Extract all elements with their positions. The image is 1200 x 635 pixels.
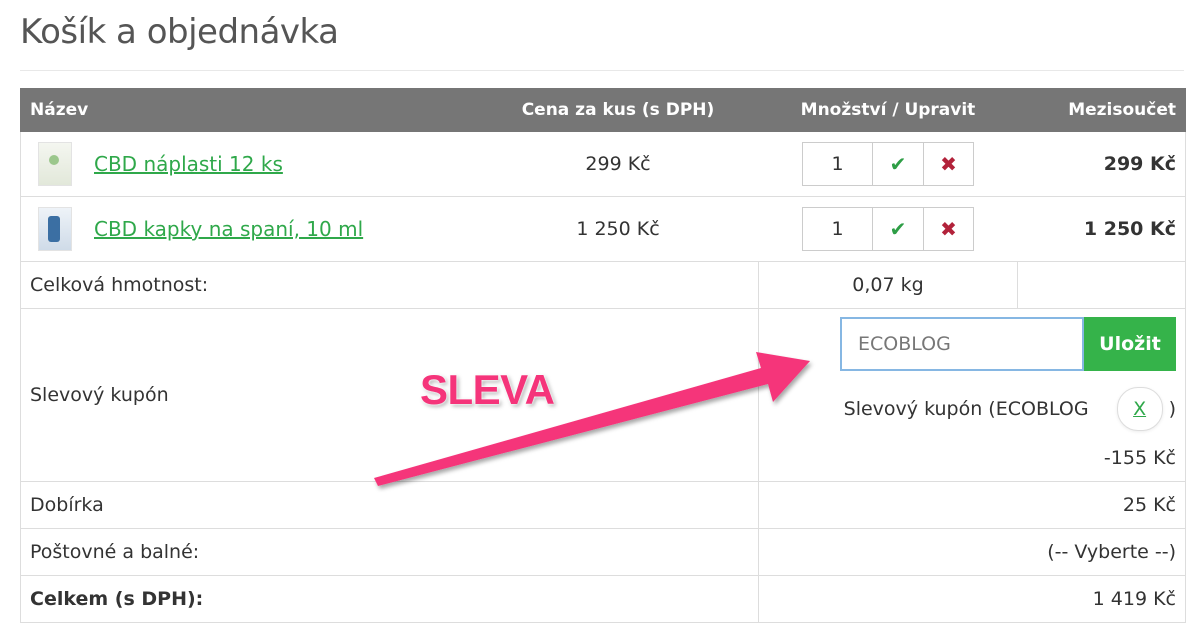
- table-row: CBD kapky na spaní, 10 ml 1 250 Kč ✔ ✖ 1…: [20, 196, 1186, 262]
- shipping-label: Poštovné a balné:: [20, 528, 759, 576]
- header-subtotal: Mezisoučet: [1017, 88, 1186, 132]
- applied-coupon: Slevový kupón (ECOBLOG X ): [844, 387, 1176, 431]
- header-name: Název: [20, 88, 478, 132]
- header-price: Cena za kus (s DPH): [477, 88, 759, 132]
- patch-box-thumbnail[interactable]: [38, 142, 72, 186]
- cart-table: Název Cena za kus (s DPH) Množství / Upr…: [20, 88, 1186, 623]
- header-qty: Množství / Upravit: [758, 88, 1018, 132]
- quantity-input[interactable]: [802, 207, 872, 251]
- table-row: CBD náplasti 12 ks 299 Kč ✔ ✖ 299 Kč: [20, 131, 1186, 197]
- check-icon: ✔: [889, 152, 907, 176]
- save-coupon-button[interactable]: Uložit: [1084, 317, 1176, 371]
- title-divider: [20, 70, 1184, 71]
- annotation-label: SLEVA: [420, 366, 555, 413]
- product-link[interactable]: CBD náplasti 12 ks: [94, 152, 283, 176]
- remove-coupon-button[interactable]: X: [1116, 387, 1163, 431]
- coupon-row: Slevový kupón Uložit Slevový kupón (ECOB…: [20, 308, 1186, 482]
- unit-price: 1 250 Kč: [477, 196, 759, 262]
- table-header-row: Název Cena za kus (s DPH) Množství / Upr…: [20, 88, 1186, 132]
- remove-item-button[interactable]: ✖: [924, 207, 974, 251]
- weight-row: Celková hmotnost: 0,07 kg: [20, 261, 1186, 309]
- cross-icon: ✖: [940, 217, 957, 241]
- cod-row: Dobírka 25 Kč: [20, 481, 1186, 529]
- remove-item-button[interactable]: ✖: [924, 142, 974, 186]
- applied-coupon-text: Slevový kupón (ECOBLOG: [843, 398, 1089, 420]
- weight-value: 0,07 kg: [758, 261, 1018, 309]
- cross-icon: ✖: [940, 152, 957, 176]
- applied-coupon-suffix: ): [1168, 398, 1176, 420]
- total-label: Celkem (s DPH):: [20, 575, 759, 623]
- cod-value: 25 Kč: [758, 481, 1186, 529]
- quantity-input[interactable]: [802, 142, 872, 186]
- total-value: 1 419 Kč: [758, 575, 1186, 623]
- cod-label: Dobírka: [20, 481, 759, 529]
- update-quantity-button[interactable]: ✔: [872, 207, 924, 251]
- subtotal: 1 250 Kč: [1017, 196, 1186, 262]
- weight-label: Celková hmotnost:: [20, 261, 759, 309]
- product-link[interactable]: CBD kapky na spaní, 10 ml: [94, 217, 363, 241]
- drops-box-thumbnail[interactable]: [38, 207, 72, 251]
- coupon-input[interactable]: [840, 317, 1084, 371]
- coupon-form: Uložit: [840, 317, 1176, 371]
- coupon-label: Slevový kupón: [20, 308, 759, 482]
- subtotal: 299 Kč: [1017, 131, 1186, 197]
- unit-price: 299 Kč: [477, 131, 759, 197]
- shipping-row: Poštovné a balné: (-- Vyberte --): [20, 528, 1186, 576]
- update-quantity-button[interactable]: ✔: [872, 142, 924, 186]
- shipping-value: (-- Vyberte --): [758, 528, 1186, 576]
- total-row: Celkem (s DPH): 1 419 Kč: [20, 575, 1186, 623]
- check-icon: ✔: [889, 217, 907, 241]
- discount-value: -155 Kč: [1103, 447, 1176, 469]
- page-title: Košík a objednávka: [20, 12, 339, 52]
